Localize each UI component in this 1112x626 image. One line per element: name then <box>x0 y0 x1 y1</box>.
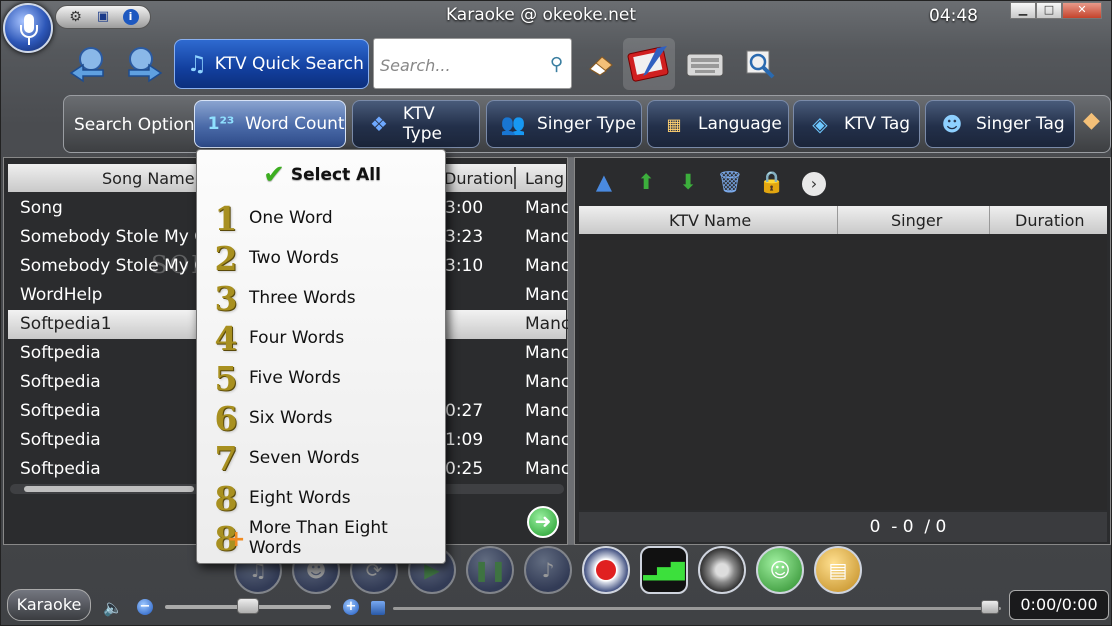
tab-word-count[interactable]: 1²³ Word Count <box>194 100 346 148</box>
close-button[interactable]: ✕ <box>1062 2 1102 19</box>
singer-type-icon: 👥 <box>500 112 526 136</box>
number-5-icon: 5 <box>214 358 238 398</box>
zoom-icon[interactable] <box>737 41 785 89</box>
playlist-toolbar: ▲ ⬆ ⬇ 🗑 🔒 › <box>583 166 835 198</box>
menu-item-five-words[interactable]: 5 Five Words <box>207 358 341 398</box>
keyboard-icon[interactable] <box>681 41 729 89</box>
column-duration[interactable]: Duration <box>444 169 514 188</box>
window-controls: ▁ □ ✕ <box>1010 2 1102 19</box>
number-3-icon: 3 <box>214 278 238 318</box>
playlist-header: KTV Name Singer Duration <box>579 206 1107 234</box>
chat-icon: ☺ <box>756 546 804 594</box>
word-count-icon: 1²³ <box>207 114 235 134</box>
tab-ktv-type[interactable]: ❖ KTV Type <box>352 100 480 148</box>
number-2-icon: 2 <box>214 238 238 278</box>
search-icon[interactable]: ⚲ <box>550 54 563 75</box>
column-singer[interactable]: Singer <box>891 211 942 230</box>
folder-icon: ▤ <box>814 546 862 594</box>
playlist-list[interactable] <box>579 234 1107 510</box>
number-1-icon: 1 <box>214 198 238 238</box>
karaoke-button[interactable]: Karaoke <box>7 589 91 621</box>
progress-slider-thumb[interactable] <box>981 600 999 614</box>
handwriting-pad-icon[interactable] <box>623 38 675 90</box>
menu-item-six-words[interactable]: 6 Six Words <box>207 398 333 438</box>
title-bar: ⚙ ▣ i Karaoke @ okeoke.net 04:48 ▁ □ ✕ <box>1 1 1111 53</box>
forward-arrow-icon[interactable] <box>123 43 165 85</box>
playlist-counter: 0 - 0 / 0 <box>579 512 1107 542</box>
window-title: Karaoke @ okeoke.net <box>445 5 637 25</box>
search-option-bar: Search Option 1²³ Word Count ❖ KTV Type … <box>63 95 1111 153</box>
tab-language[interactable]: ▦ Language <box>647 100 789 148</box>
main-toolbar: ♫ KTV Quick Search ⚲ <box>1 35 1111 93</box>
menu-item-four-words[interactable]: 4 Four Words <box>207 318 345 358</box>
tab-singer-type[interactable]: 👥 Singer Type <box>486 100 642 148</box>
column-duration[interactable]: Duration <box>1015 211 1085 230</box>
playback-time: 0:00/0:00 <box>1009 590 1109 620</box>
search-option-label: Search Option <box>74 115 195 135</box>
speaker-icon <box>698 546 746 594</box>
record-icon <box>582 546 630 594</box>
number-8-plus-icon: 8 + <box>214 518 246 558</box>
menu-item-two-words[interactable]: 2 Two Words <box>207 238 339 278</box>
select-all-item[interactable]: ✔ Select All <box>197 158 447 192</box>
word-count-dropdown: ✔ Select All 1 One Word 2 Two Words 3 Three… <box>196 149 446 564</box>
minimize-button[interactable]: ▁ <box>1010 2 1036 19</box>
tab-ktv-tag[interactable]: ◈ KTV Tag <box>793 100 920 148</box>
music-search-icon: ♫ <box>187 51 207 77</box>
move-up-icon[interactable]: ⬆ <box>625 166 667 198</box>
language-icon: ▦ <box>666 114 682 134</box>
ktv-quick-search-label: KTV Quick Search <box>214 54 364 74</box>
ktv-tag-icon: ◈ <box>812 112 828 136</box>
column-language[interactable]: Lang <box>525 169 564 188</box>
number-8-icon: 8 <box>214 478 238 518</box>
maximize-button[interactable]: □ <box>1036 2 1062 19</box>
pause-icon: ❚❚ <box>466 546 514 594</box>
number-6-icon: 6 <box>214 398 238 438</box>
search-box: ⚲ <box>373 38 572 89</box>
volume-slider-thumb[interactable] <box>237 598 259 614</box>
move-down-icon[interactable]: ⬇ <box>667 166 709 198</box>
equalizer-icon: ▂▅▇ <box>640 546 688 594</box>
lock-icon[interactable]: 🔒 <box>751 166 793 198</box>
volume-down-icon[interactable]: − <box>137 599 153 615</box>
menu-item-seven-words[interactable]: 7 Seven Words <box>207 438 360 478</box>
checkmark-icon: ✔ <box>263 160 285 190</box>
ktv-type-icon: ❖ <box>369 112 388 136</box>
menu-item-eight-words[interactable]: 8 Eight Words <box>207 478 351 518</box>
search-input[interactable] <box>380 53 540 77</box>
menu-item-three-words[interactable]: 3 Three Words <box>207 278 356 318</box>
move-top-icon[interactable]: ▲ <box>583 166 625 198</box>
vocal-icon: ♪ <box>524 546 572 594</box>
status-bar: Karaoke 🔈 − + 0:00/0:00 <box>1 589 1111 625</box>
add-to-playlist-arrow-icon[interactable]: ➜ <box>527 506 559 538</box>
app-window: ⚙ ▣ i Karaoke @ okeoke.net 04:48 ▁ □ ✕ ♫… <box>0 0 1112 626</box>
eraser-icon[interactable] <box>577 41 625 89</box>
tab-singer-tag[interactable]: ☻ Singer Tag <box>925 100 1075 148</box>
column-ktv-name[interactable]: KTV Name <box>669 211 751 230</box>
number-4-icon: 4 <box>214 318 238 358</box>
scrollbar-thumb[interactable] <box>24 486 194 492</box>
menu-item-one-word[interactable]: 1 One Word <box>207 198 333 238</box>
eraser-icon[interactable]: ◆ <box>1083 108 1111 140</box>
trash-icon[interactable]: 🗑 <box>709 166 751 198</box>
volume-icon[interactable]: 🔈 <box>103 598 123 617</box>
ktv-quick-search-button[interactable]: ♫ KTV Quick Search <box>174 39 369 89</box>
volume-up-icon[interactable]: + <box>343 599 359 615</box>
clock: 04:48 <box>929 6 978 26</box>
playlist-pane: ▲ ⬆ ⬇ 🗑 🔒 › KTV Name Singer Duration 0 -… <box>574 157 1111 545</box>
progress-slider[interactable] <box>393 607 1001 610</box>
back-arrow-icon[interactable] <box>67 43 109 85</box>
number-7-icon: 7 <box>214 438 238 478</box>
grid-icon[interactable] <box>371 601 385 615</box>
next-icon[interactable]: › <box>793 166 835 198</box>
menu-item-more-than-eight-words[interactable]: 8 + More Than Eight Words <box>207 518 445 558</box>
column-song-name[interactable]: Song Name <box>102 169 195 188</box>
singer-tag-icon: ☻ <box>941 112 963 136</box>
